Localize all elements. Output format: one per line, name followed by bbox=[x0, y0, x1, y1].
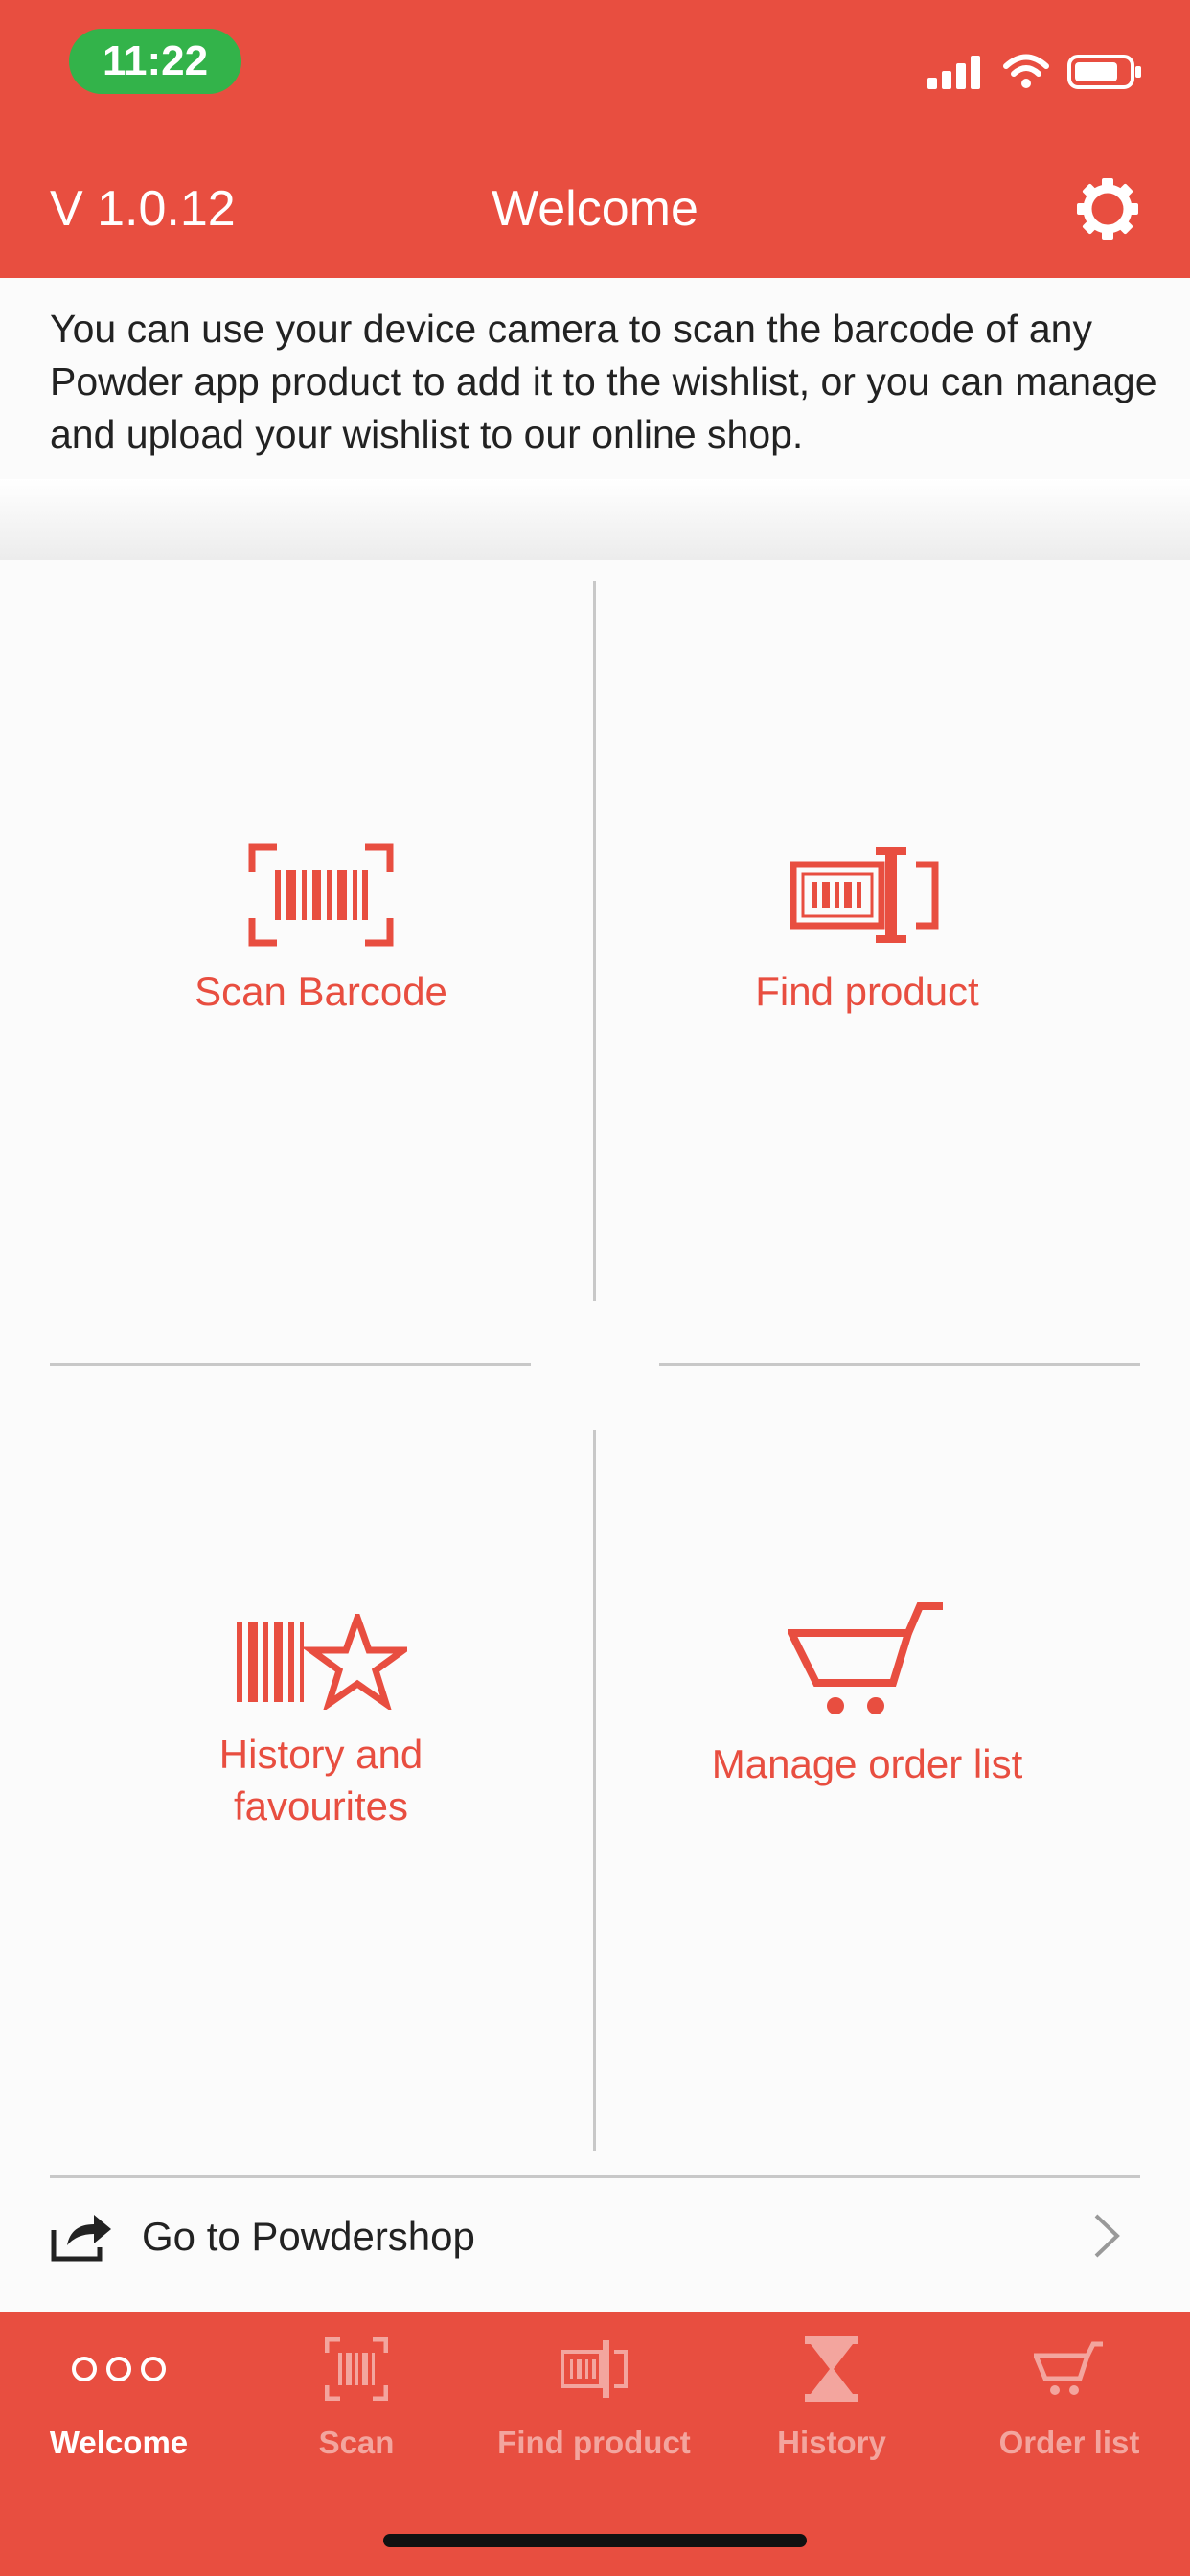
tab-order-list[interactable]: Order list bbox=[950, 2331, 1188, 2474]
tab-scan[interactable]: Scan bbox=[238, 2331, 475, 2474]
intro-fade bbox=[0, 479, 1190, 560]
shop-divider bbox=[50, 2175, 1140, 2178]
go-to-powdershop-row[interactable]: Go to Powdershop bbox=[50, 2191, 1140, 2283]
home-indicator[interactable] bbox=[383, 2534, 807, 2547]
cart-icon bbox=[788, 1602, 943, 1714]
find-product-tile[interactable]: Find product bbox=[604, 843, 1131, 1018]
history-favourites-tile[interactable]: History and favourites bbox=[57, 1614, 584, 1832]
cellular-signal-icon bbox=[927, 56, 980, 89]
tab-welcome-label: Welcome bbox=[49, 2425, 189, 2460]
intro-text: You can use your device camera to scan t… bbox=[50, 307, 1157, 456]
grid-divider-left bbox=[50, 1363, 531, 1366]
manage-order-list-label: Manage order list bbox=[711, 1741, 1023, 1786]
tab-scan-label: Scan bbox=[318, 2425, 395, 2460]
status-time: 11:22 bbox=[69, 29, 241, 94]
history-favourites-label: History and favourites bbox=[218, 1732, 423, 1828]
scan-barcode-tile[interactable]: Scan Barcode bbox=[57, 843, 584, 1018]
scan-barcode-label: Scan Barcode bbox=[195, 969, 447, 1014]
settings-button[interactable] bbox=[1071, 172, 1144, 245]
grid-divider-bottom bbox=[593, 1430, 596, 2150]
wifi-icon bbox=[1003, 54, 1049, 88]
tab-find-product-label: Find product bbox=[497, 2425, 691, 2460]
find-product-icon bbox=[790, 847, 939, 943]
tab-history[interactable]: History bbox=[713, 2331, 950, 2474]
manage-order-list-tile[interactable]: Manage order list bbox=[604, 1600, 1131, 1790]
dots-icon bbox=[72, 2357, 166, 2381]
page-title: Welcome bbox=[492, 181, 698, 237]
grid-divider-top bbox=[593, 581, 596, 1301]
go-to-powdershop-label: Go to Powdershop bbox=[142, 2214, 475, 2259]
find-product-label: Find product bbox=[755, 969, 979, 1014]
hourglass-icon bbox=[805, 2336, 858, 2402]
tab-welcome[interactable]: Welcome bbox=[0, 2331, 238, 2474]
gear-icon bbox=[1077, 178, 1138, 240]
tab-find-product[interactable]: Find product bbox=[475, 2331, 713, 2474]
battery-icon bbox=[1067, 55, 1141, 89]
status-icons bbox=[926, 48, 1144, 96]
tab-order-list-label: Order list bbox=[998, 2425, 1140, 2460]
cart-icon bbox=[1034, 2341, 1103, 2395]
grid-divider-right bbox=[659, 1363, 1140, 1366]
tab-history-label: History bbox=[777, 2425, 886, 2460]
history-favourites-icon bbox=[237, 1614, 407, 1710]
scan-barcode-icon bbox=[248, 843, 394, 947]
scan-icon bbox=[325, 2337, 388, 2401]
share-icon bbox=[51, 2215, 111, 2262]
chevron-right-icon bbox=[1094, 2214, 1120, 2258]
find-icon bbox=[561, 2340, 628, 2398]
